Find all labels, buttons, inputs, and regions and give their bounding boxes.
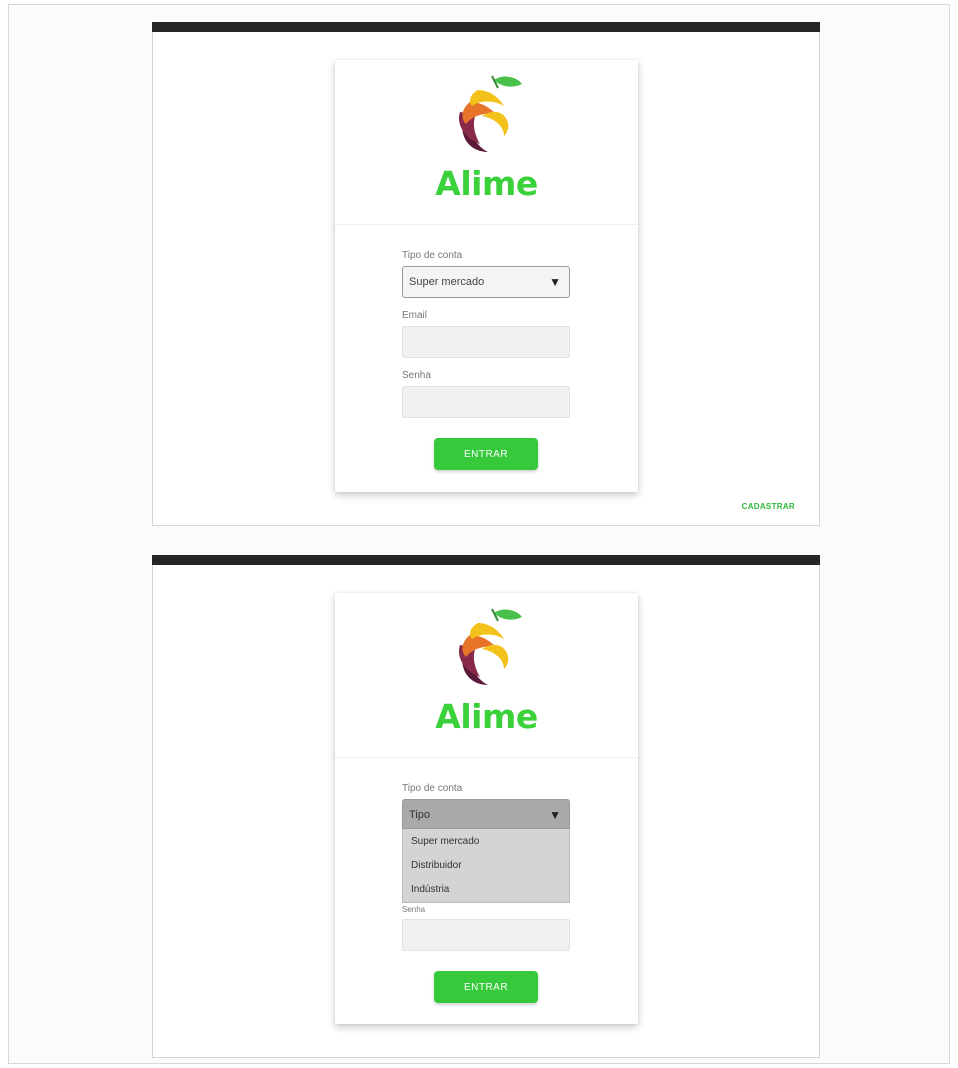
logo-area: Alime <box>335 60 638 225</box>
password-input[interactable] <box>402 386 570 418</box>
option-super-mercado[interactable]: Super mercado <box>403 831 569 855</box>
dropdown-caret-icon: ▼ <box>549 275 561 289</box>
login-form: Tipo de conta Super mercado ▼ Email Senh… <box>402 250 570 470</box>
logo-area: Alime <box>335 593 638 758</box>
login-button[interactable]: ENTRAR <box>434 971 538 1003</box>
account-type-label: Tipo de conta <box>402 783 463 794</box>
password-label: Senha <box>402 370 431 381</box>
account-type-select[interactable]: Super mercado ▼ <box>402 266 570 298</box>
email-label: Email <box>402 310 428 321</box>
login-screen-dropdown-open: Alime Tipo de conta Tipo ▼ Super mercado… <box>152 555 820 1058</box>
fruit-logo-icon <box>458 75 522 152</box>
password-label: Senha <box>402 905 426 914</box>
option-industria[interactable]: Indústria <box>403 879 569 903</box>
account-type-value: Tipo <box>409 809 430 821</box>
login-card: Alime Tipo de conta Tipo ▼ Super mercado… <box>335 593 638 1024</box>
login-screen-closed: Alime Tipo de conta Super mercado ▼ Emai… <box>152 22 820 526</box>
login-card: Alime Tipo de conta Super mercado ▼ Emai… <box>335 60 638 492</box>
email-input[interactable] <box>402 326 570 358</box>
account-type-value: Super mercado <box>409 276 485 288</box>
account-type-select-open[interactable]: Tipo ▼ <box>402 799 570 829</box>
dropdown-caret-icon: ▼ <box>549 808 561 822</box>
top-bar <box>152 22 820 32</box>
password-input[interactable] <box>402 919 570 951</box>
top-bar <box>152 555 820 565</box>
register-link[interactable]: CADASTRAR <box>742 502 795 511</box>
account-type-label: Tipo de conta <box>402 250 463 261</box>
login-button[interactable]: ENTRAR <box>434 438 538 470</box>
account-type-options: Super mercado Distribuidor Indústria <box>402 829 570 903</box>
brand-name: Alime <box>435 164 538 203</box>
brand-name: Alime <box>435 697 538 736</box>
fruit-logo-icon <box>458 608 522 685</box>
option-distribuidor[interactable]: Distribuidor <box>403 855 569 879</box>
login-form: Tipo de conta Tipo ▼ Super mercado Distr… <box>402 783 570 1003</box>
